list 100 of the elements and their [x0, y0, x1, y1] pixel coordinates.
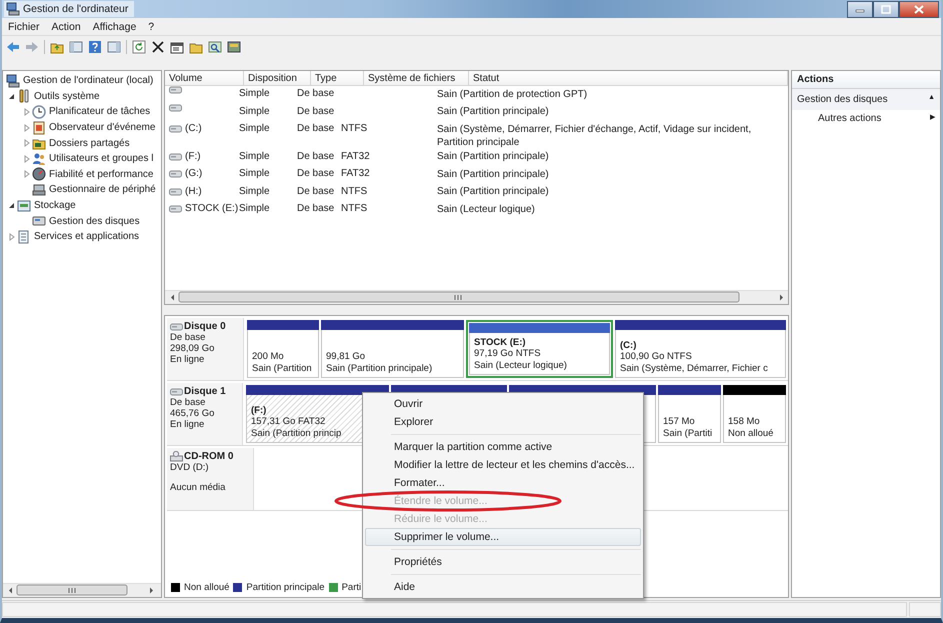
panel-icon[interactable] [69, 40, 83, 54]
help-icon[interactable] [88, 40, 102, 54]
device-icon [32, 182, 46, 197]
drive-icon [170, 388, 183, 396]
menu-item[interactable]: Supprimer le volume... [365, 528, 641, 546]
drive-icon [169, 152, 182, 160]
maximize-button[interactable] [873, 0, 899, 18]
horizontal-scrollbar[interactable] [165, 290, 788, 304]
table-cell-text: (H:) [185, 184, 202, 198]
close-icon [914, 4, 924, 14]
menu-item[interactable]: Fichier [8, 20, 40, 32]
drive-icon [169, 86, 182, 94]
drive-icon [169, 188, 182, 196]
table-cell: Sain (Partition principale) [437, 186, 549, 197]
disk-status: En ligne [170, 419, 206, 430]
tree-item[interactable]: Fiabilité et performance [49, 168, 154, 180]
properties-icon[interactable] [170, 40, 184, 54]
partition-size: 157,31 Go FAT32 [251, 416, 326, 428]
drive-icon [169, 205, 182, 213]
column-header[interactable]: Disposition [244, 71, 310, 86]
column-header[interactable]: Type [310, 71, 364, 86]
column-header[interactable]: Statut [468, 71, 788, 86]
close-button[interactable] [899, 0, 939, 18]
menu-item[interactable]: Propriétés [365, 553, 641, 571]
tools-icon [17, 89, 31, 104]
clock-icon [32, 104, 46, 119]
forward-arrow-icon[interactable] [25, 40, 39, 54]
delete-icon[interactable] [151, 40, 165, 54]
storage-icon [17, 198, 31, 213]
back-arrow-icon[interactable] [6, 40, 20, 54]
partition-status: Sain (Partition [252, 362, 313, 374]
table-cell: De base [297, 123, 334, 134]
table-cell: Sain (Partition principale) [437, 151, 549, 162]
menu-item[interactable]: Modifier la lettre de lecteur et les chemins d'accès... [365, 456, 641, 474]
table-cell: Simple [239, 150, 270, 162]
refresh-icon[interactable] [132, 40, 146, 54]
column-header[interactable]: Volume [165, 71, 244, 86]
table-cell: Sain (Partition principale) [437, 168, 549, 180]
disk-status: En ligne [170, 354, 206, 365]
tree-item[interactable]: Planificateur de tâches [49, 106, 150, 118]
tree-item[interactable]: Services et applications [34, 231, 140, 242]
magnifier-icon[interactable] [208, 40, 222, 54]
tree-item[interactable]: Gestionnaire de périphé [49, 184, 156, 196]
disk-size: 465,76 Go [170, 408, 216, 419]
menu-item[interactable]: Formater... [365, 474, 641, 492]
menu-item: Réduire le volume... [393, 512, 488, 527]
tree-item[interactable]: Gestion des disques [49, 216, 140, 227]
partition-size: 158 Mo [728, 416, 761, 428]
partition-name: STOCK (E:) [474, 336, 527, 348]
table-cell-text: (F:) [185, 150, 201, 164]
disk-type: De base [170, 332, 206, 343]
tree-item[interactable]: Outils système [34, 90, 100, 102]
table-cell: Simple [239, 186, 270, 196]
table-cell: Simple [239, 168, 270, 179]
table-cell-text: STOCK (E:) [185, 202, 238, 216]
table-cell: De base [297, 88, 334, 99]
table-cell: Sain (Partition principale) [437, 106, 549, 117]
computer-icon [6, 2, 20, 16]
maximize-icon [881, 4, 891, 14]
gauge-icon [32, 167, 46, 182]
menu-item[interactable]: Aide [365, 578, 641, 596]
disk-type: De base [170, 397, 206, 408]
partition-size: 100,90 Go NTFS [620, 351, 693, 362]
menu-item[interactable]: ? [148, 20, 154, 32]
menu-item: Étendre le volume... [393, 494, 488, 509]
legend-label: Partition principale [246, 582, 325, 593]
drive-icon[interactable] [227, 40, 241, 54]
tree-item[interactable]: Observateur d'événeme [49, 122, 156, 134]
table-cell: De base [297, 186, 334, 196]
table-cell: FAT32 [341, 168, 370, 179]
tree-item[interactable]: Utilisateurs et groupes l [49, 153, 154, 164]
pane-title: Actions [792, 71, 940, 89]
horizontal-scrollbar[interactable] [3, 583, 161, 597]
table-cell: FAT32 [341, 150, 370, 162]
action-link[interactable]: Autres actions [818, 113, 882, 124]
table-cell: Simple [239, 106, 270, 116]
document-icon [17, 230, 31, 244]
disk-name: Disque 1 [184, 386, 226, 397]
tree-item[interactable]: Dossiers partagés [49, 138, 130, 149]
disk-status: Aucun média [170, 482, 226, 493]
column-header[interactable]: Système de fichiers [364, 71, 468, 86]
partition-size: 157 Mo [663, 416, 696, 428]
menu-item[interactable]: Affichage [92, 20, 136, 32]
table-cell: Sain (Lecteur logique) [437, 204, 535, 214]
panel-icon[interactable] [107, 40, 121, 54]
table-cell: NTFS [341, 203, 368, 214]
table-cell: Simple [239, 88, 270, 99]
partition-block[interactable]: STOCK (E:) 97,19 Go NTFS Sain (Lecteur logique) [466, 320, 613, 378]
disk-name: CD-ROM 0 [184, 451, 234, 462]
table-cell-text: (C:) [185, 122, 202, 136]
menu-item[interactable]: Action [52, 20, 81, 32]
tree-item[interactable]: Stockage [34, 200, 76, 212]
table-cell: Sain (Système, Démarrer, Fichier d'échange, Actif, Vidage sur incident, Partition principale [437, 124, 752, 148]
minimize-button[interactable] [847, 0, 873, 18]
partition-name: (C:) [620, 340, 638, 351]
computer-icon [6, 74, 20, 88]
legend-label: Parti [342, 582, 362, 593]
section-header[interactable]: Gestion des disques [797, 94, 888, 105]
partition-size: 97,19 Go NTFS [474, 348, 542, 360]
tree-item[interactable]: Gestion de l'ordinateur (local) [23, 75, 154, 86]
